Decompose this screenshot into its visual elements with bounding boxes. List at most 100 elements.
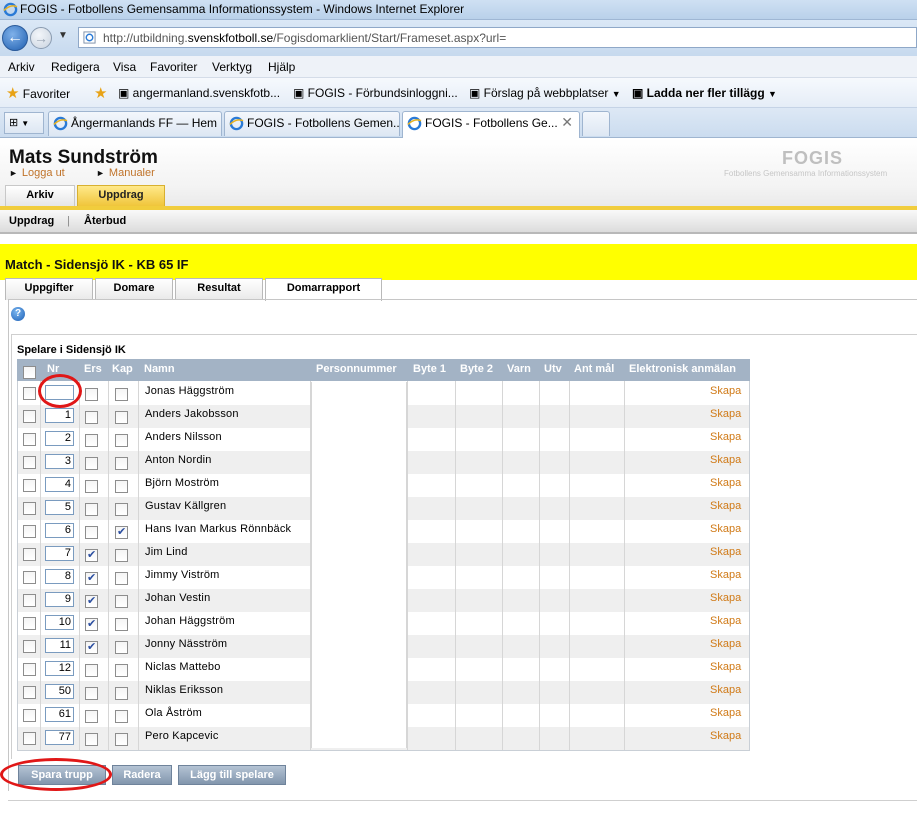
player-number-input[interactable]: 10 <box>45 615 74 630</box>
create-electronic-registration-link[interactable]: Skapa <box>710 730 741 742</box>
row-select-checkbox[interactable] <box>23 433 36 446</box>
create-electronic-registration-link[interactable]: Skapa <box>710 546 741 558</box>
captain-checkbox[interactable] <box>115 480 128 493</box>
row-select-checkbox[interactable] <box>23 456 36 469</box>
substitute-checkbox[interactable] <box>85 594 98 608</box>
create-electronic-registration-link[interactable]: Skapa <box>710 523 741 535</box>
manuals-link[interactable]: ► Manualer <box>96 167 155 179</box>
substitute-checkbox[interactable] <box>85 710 98 723</box>
browser-tab-2[interactable]: FOGIS - Fotbollens Gemen... <box>224 111 400 136</box>
favorite-link-2[interactable]: ▣ FOGIS - Förbundsinloggni... <box>293 86 458 100</box>
row-select-checkbox[interactable] <box>23 502 36 515</box>
player-number-input[interactable]: 7 <box>45 546 74 561</box>
substitute-checkbox[interactable] <box>85 434 98 447</box>
row-select-checkbox[interactable] <box>23 617 36 630</box>
player-number-input[interactable]: 3 <box>45 454 74 469</box>
captain-checkbox[interactable] <box>115 457 128 470</box>
captain-checkbox[interactable] <box>115 618 128 631</box>
row-select-checkbox[interactable] <box>23 640 36 653</box>
row-select-checkbox[interactable] <box>23 479 36 492</box>
create-electronic-registration-link[interactable]: Skapa <box>710 454 741 466</box>
tab-uppgifter[interactable]: Uppgifter <box>5 278 93 300</box>
help-icon[interactable]: ? <box>11 307 25 321</box>
favorites-button[interactable]: ★ Favoriter <box>6 84 70 102</box>
row-select-checkbox[interactable] <box>23 410 36 423</box>
player-number-input[interactable]: 4 <box>45 477 74 492</box>
menu-verktyg[interactable]: Verktyg <box>212 60 252 74</box>
tab-domarrapport[interactable]: Domarrapport <box>265 278 382 301</box>
player-number-input[interactable]: 61 <box>45 707 74 722</box>
row-select-checkbox[interactable] <box>23 525 36 538</box>
subnav-uppdrag[interactable]: Uppdrag <box>9 215 54 227</box>
captain-checkbox[interactable] <box>115 549 128 562</box>
player-number-input[interactable]: 2 <box>45 431 74 446</box>
substitute-checkbox[interactable] <box>85 687 98 700</box>
create-electronic-registration-link[interactable]: Skapa <box>710 385 741 397</box>
menu-arkiv[interactable]: Arkiv <box>8 60 35 74</box>
create-electronic-registration-link[interactable]: Skapa <box>710 661 741 673</box>
captain-checkbox[interactable] <box>115 641 128 654</box>
subnav-aterbud[interactable]: Återbud <box>84 215 126 227</box>
substitute-checkbox[interactable] <box>85 733 98 746</box>
captain-checkbox[interactable] <box>115 434 128 447</box>
player-number-input[interactable]: 8 <box>45 569 74 584</box>
captain-checkbox[interactable] <box>115 388 128 401</box>
row-select-checkbox[interactable] <box>23 594 36 607</box>
substitute-checkbox[interactable] <box>85 571 98 585</box>
quick-tabs-button[interactable]: ⊞ ▼ <box>4 112 44 134</box>
substitute-checkbox[interactable] <box>85 640 98 654</box>
captain-checkbox[interactable] <box>115 572 128 585</box>
menu-favoriter[interactable]: Favoriter <box>150 60 197 74</box>
history-dropdown-icon[interactable]: ▼ <box>58 30 68 41</box>
captain-checkbox[interactable] <box>115 411 128 424</box>
menu-hjalp[interactable]: Hjälp <box>268 60 295 74</box>
create-electronic-registration-link[interactable]: Skapa <box>710 707 741 719</box>
add-player-button[interactable]: Lägg till spelare <box>178 765 286 785</box>
delete-button[interactable]: Radera <box>112 765 172 785</box>
tab-domare[interactable]: Domare <box>95 278 173 300</box>
substitute-checkbox[interactable] <box>85 548 98 562</box>
address-input[interactable]: http://utbildning.svenskfotboll.se/Fogis… <box>78 27 917 48</box>
substitute-checkbox[interactable] <box>85 480 98 493</box>
substitute-checkbox[interactable] <box>85 526 98 539</box>
row-select-checkbox[interactable] <box>23 732 36 745</box>
row-select-checkbox[interactable] <box>23 709 36 722</box>
create-electronic-registration-link[interactable]: Skapa <box>710 477 741 489</box>
captain-checkbox[interactable] <box>115 664 128 677</box>
browser-tab-1[interactable]: Ångermanlands FF — Hem <box>48 111 222 136</box>
favorite-link-3[interactable]: ▣ Förslag på webbplatser ▼ <box>469 86 621 100</box>
create-electronic-registration-link[interactable]: Skapa <box>710 408 741 420</box>
substitute-checkbox[interactable] <box>85 503 98 516</box>
player-number-input[interactable]: 1 <box>45 408 74 423</box>
player-number-input[interactable]: 9 <box>45 592 74 607</box>
menu-visa[interactable]: Visa <box>113 60 136 74</box>
row-select-checkbox[interactable] <box>23 571 36 584</box>
captain-checkbox[interactable] <box>115 710 128 723</box>
back-button[interactable]: ← <box>2 25 28 51</box>
create-electronic-registration-link[interactable]: Skapa <box>710 592 741 604</box>
captain-checkbox[interactable] <box>115 687 128 700</box>
favorite-link-4[interactable]: ▣ Ladda ner fler tillägg ▼ <box>632 86 777 100</box>
browser-tab-3[interactable]: FOGIS - Fotbollens Ge... ✕ <box>402 111 580 138</box>
player-number-input[interactable]: 50 <box>45 684 74 699</box>
player-number-input[interactable]: 12 <box>45 661 74 676</box>
player-number-input[interactable]: 77 <box>45 730 74 745</box>
substitute-checkbox[interactable] <box>85 617 98 631</box>
row-select-checkbox[interactable] <box>23 686 36 699</box>
menu-redigera[interactable]: Redigera <box>51 60 100 74</box>
favorite-link-1[interactable]: ▣ angermanland.svenskfotb... <box>118 86 280 100</box>
logout-link[interactable]: ► Logga ut <box>9 167 65 179</box>
create-electronic-registration-link[interactable]: Skapa <box>710 684 741 696</box>
new-tab-button[interactable] <box>582 111 610 136</box>
create-electronic-registration-link[interactable]: Skapa <box>710 569 741 581</box>
captain-checkbox[interactable] <box>115 525 128 539</box>
row-select-checkbox[interactable] <box>23 548 36 561</box>
player-number-input[interactable]: 6 <box>45 523 74 538</box>
substitute-checkbox[interactable] <box>85 664 98 677</box>
tab-uppdrag[interactable]: Uppdrag <box>77 185 165 206</box>
add-favorite-icon[interactable]: ★ <box>94 84 107 102</box>
create-electronic-registration-link[interactable]: Skapa <box>710 638 741 650</box>
substitute-checkbox[interactable] <box>85 411 98 424</box>
substitute-checkbox[interactable] <box>85 388 98 401</box>
create-electronic-registration-link[interactable]: Skapa <box>710 500 741 512</box>
